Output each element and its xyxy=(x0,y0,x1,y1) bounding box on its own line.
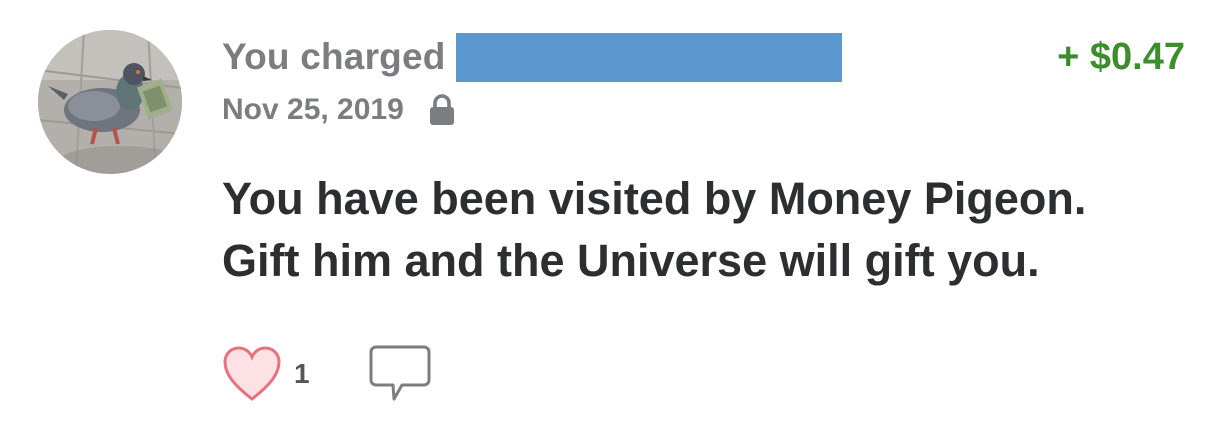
transaction-feed-item: You charged + $0.47 Nov 25, 2019 You hav… xyxy=(0,0,1207,444)
transaction-note: You have been visited by Money Pigeon. G… xyxy=(222,168,1197,292)
like-count: 1 xyxy=(294,358,310,389)
transaction-meta: Nov 25, 2019 xyxy=(222,88,456,132)
note-line-2: Gift him and the Universe will gift you. xyxy=(222,235,1040,286)
lock-icon xyxy=(429,94,454,125)
transaction-amount: + $0.47 xyxy=(1057,36,1185,78)
action-text: You charged xyxy=(222,36,446,77)
transaction-header: You charged xyxy=(222,30,842,84)
recipient-name-redacted[interactable] xyxy=(455,32,842,82)
avatar[interactable] xyxy=(38,30,182,174)
note-line-1: You have been visited by Money Pigeon. xyxy=(222,173,1087,224)
heart-icon[interactable] xyxy=(222,345,282,403)
comment-icon[interactable] xyxy=(368,344,432,404)
pigeon-photo xyxy=(38,30,182,174)
social-actions: 1 xyxy=(222,342,432,406)
transaction-date: Nov 25, 2019 xyxy=(222,93,404,126)
